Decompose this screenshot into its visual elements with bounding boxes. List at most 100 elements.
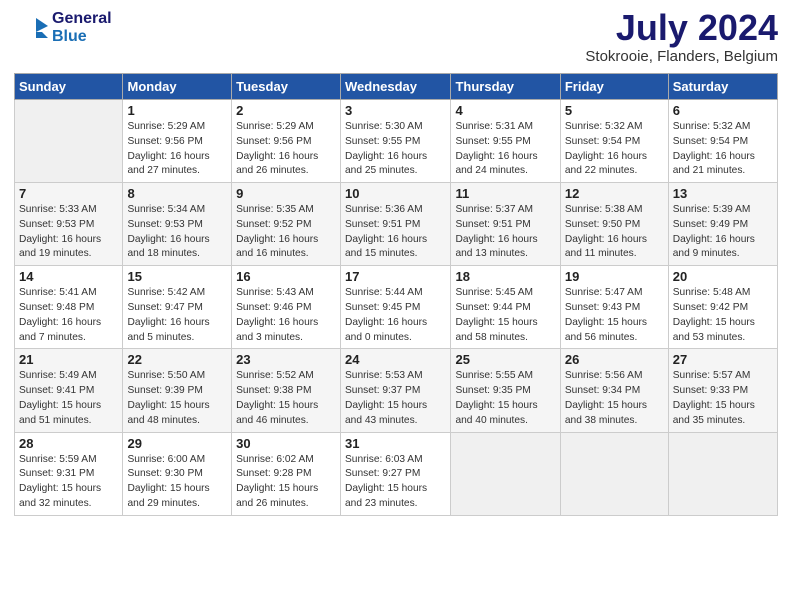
day-info: Sunrise: 5:32 AM Sunset: 9:54 PM Dayligh… [673,120,773,179]
day-info: Sunrise: 5:38 AM Sunset: 9:50 PM Dayligh… [565,203,664,262]
day-number: 2 [236,103,336,118]
day-info: Sunrise: 5:31 AM Sunset: 9:55 PM Dayligh… [455,120,555,179]
location: Stokrooie, Flanders, Belgium [585,48,778,65]
calendar-cell: 13 Sunrise: 5:39 AM Sunset: 9:49 PM Dayli… [668,183,777,266]
day-info: Sunrise: 5:37 AM Sunset: 9:51 PM Dayligh… [455,203,555,262]
title-area: July 2024 Stokrooie, Flanders, Belgium [585,10,778,65]
calendar-cell: 2Sunrise: 5:29 AM Sunset: 9:56 PM Daylig… [232,100,341,183]
weekday-header-saturday: Saturday [668,74,777,100]
week-row-2: 7 Sunrise: 5:33 AM Sunset: 9:53 PM Daylig… [15,183,778,266]
day-number: 22 [127,352,227,367]
day-number: 11 [455,186,555,201]
weekday-header-wednesday: Wednesday [341,74,451,100]
day-info: Sunrise: 5:33 AM Sunset: 9:53 PM Dayligh… [19,203,118,262]
day-info: Sunrise: 5:52 AM Sunset: 9:38 PM Dayligh… [236,369,336,428]
day-number: 14 [19,269,118,284]
calendar-cell [451,432,560,515]
day-number: 27 [673,352,773,367]
day-info: Sunrise: 5:47 AM Sunset: 9:43 PM Dayligh… [565,286,664,345]
day-number: 18 [455,269,555,284]
day-number: 25 [455,352,555,367]
day-number: 10 [345,186,446,201]
calendar-cell: 3 Sunrise: 5:30 AM Sunset: 9:55 PM Daylig… [341,100,451,183]
day-number: 8 [127,186,227,201]
day-number: 9 [236,186,336,201]
week-row-3: 14Sunrise: 5:41 AM Sunset: 9:48 PM Dayli… [15,266,778,349]
calendar-cell: 10 Sunrise: 5:36 AM Sunset: 9:51 PM Dayli… [341,183,451,266]
calendar-cell: 22 Sunrise: 5:50 AM Sunset: 9:39 PM Dayli… [123,349,232,432]
day-info: Sunrise: 5:57 AM Sunset: 9:33 PM Dayligh… [673,369,773,428]
calendar-cell: 31Sunrise: 6:03 AM Sunset: 9:27 PM Dayli… [341,432,451,515]
calendar-cell: 24Sunrise: 5:53 AM Sunset: 9:37 PM Dayli… [341,349,451,432]
calendar-container: GeneralBlue July 2024 Stokrooie, Flander… [0,0,792,612]
day-number: 16 [236,269,336,284]
day-info: Sunrise: 5:50 AM Sunset: 9:39 PM Dayligh… [127,369,227,428]
week-row-5: 28 Sunrise: 5:59 AM Sunset: 9:31 PM Dayli… [15,432,778,515]
calendar-cell: 8 Sunrise: 5:34 AM Sunset: 9:53 PM Daylig… [123,183,232,266]
calendar-cell: 28 Sunrise: 5:59 AM Sunset: 9:31 PM Dayli… [15,432,123,515]
day-number: 17 [345,269,446,284]
calendar-cell: 1 Sunrise: 5:29 AM Sunset: 9:56 PM Daylig… [123,100,232,183]
calendar-cell: 16 Sunrise: 5:43 AM Sunset: 9:46 PM Dayli… [232,266,341,349]
day-number: 4 [455,103,555,118]
calendar-cell: 7 Sunrise: 5:33 AM Sunset: 9:53 PM Daylig… [15,183,123,266]
week-row-4: 21 Sunrise: 5:49 AM Sunset: 9:41 PM Dayli… [15,349,778,432]
day-info: Sunrise: 5:53 AM Sunset: 9:37 PM Dayligh… [345,369,446,428]
day-number: 7 [19,186,118,201]
weekday-header-sunday: Sunday [15,74,123,100]
calendar-cell: 21 Sunrise: 5:49 AM Sunset: 9:41 PM Dayli… [15,349,123,432]
calendar-cell: 14Sunrise: 5:41 AM Sunset: 9:48 PM Dayli… [15,266,123,349]
day-number: 1 [127,103,227,118]
day-number: 30 [236,436,336,451]
day-info: Sunrise: 5:42 AM Sunset: 9:47 PM Dayligh… [127,286,227,345]
calendar-cell [560,432,668,515]
calendar-cell: 19Sunrise: 5:47 AM Sunset: 9:43 PM Dayli… [560,266,668,349]
header: GeneralBlue July 2024 Stokrooie, Flander… [14,10,778,65]
day-info: Sunrise: 5:39 AM Sunset: 9:49 PM Dayligh… [673,203,773,262]
calendar-cell: 17 Sunrise: 5:44 AM Sunset: 9:45 PM Dayli… [341,266,451,349]
day-number: 3 [345,103,446,118]
calendar-cell: 20 Sunrise: 5:48 AM Sunset: 9:42 PM Dayli… [668,266,777,349]
day-info: Sunrise: 5:59 AM Sunset: 9:31 PM Dayligh… [19,453,118,512]
day-number: 6 [673,103,773,118]
day-info: Sunrise: 5:36 AM Sunset: 9:51 PM Dayligh… [345,203,446,262]
day-number: 20 [673,269,773,284]
week-row-1: 1 Sunrise: 5:29 AM Sunset: 9:56 PM Daylig… [15,100,778,183]
day-info: Sunrise: 5:56 AM Sunset: 9:34 PM Dayligh… [565,369,664,428]
calendar-cell: 5Sunrise: 5:32 AM Sunset: 9:54 PM Daylig… [560,100,668,183]
day-info: Sunrise: 5:48 AM Sunset: 9:42 PM Dayligh… [673,286,773,345]
day-info: Sunrise: 5:45 AM Sunset: 9:44 PM Dayligh… [455,286,555,345]
day-info: Sunrise: 5:49 AM Sunset: 9:41 PM Dayligh… [19,369,118,428]
day-number: 21 [19,352,118,367]
day-info: Sunrise: 5:44 AM Sunset: 9:45 PM Dayligh… [345,286,446,345]
day-number: 31 [345,436,446,451]
calendar-cell: 29 Sunrise: 6:00 AM Sunset: 9:30 PM Dayli… [123,432,232,515]
day-info: Sunrise: 5:55 AM Sunset: 9:35 PM Dayligh… [455,369,555,428]
weekday-header-monday: Monday [123,74,232,100]
logo-wordmark: GeneralBlue [52,10,112,45]
calendar-cell [668,432,777,515]
day-number: 5 [565,103,664,118]
day-info: Sunrise: 6:00 AM Sunset: 9:30 PM Dayligh… [127,453,227,512]
day-info: Sunrise: 5:30 AM Sunset: 9:55 PM Dayligh… [345,120,446,179]
calendar-cell: 12Sunrise: 5:38 AM Sunset: 9:50 PM Dayli… [560,183,668,266]
calendar-cell [15,100,123,183]
calendar-cell: 18 Sunrise: 5:45 AM Sunset: 9:44 PM Dayli… [451,266,560,349]
calendar-cell: 26Sunrise: 5:56 AM Sunset: 9:34 PM Dayli… [560,349,668,432]
day-info: Sunrise: 5:43 AM Sunset: 9:46 PM Dayligh… [236,286,336,345]
calendar-cell: 6 Sunrise: 5:32 AM Sunset: 9:54 PM Daylig… [668,100,777,183]
day-number: 29 [127,436,227,451]
day-number: 15 [127,269,227,284]
day-number: 28 [19,436,118,451]
calendar-table: SundayMondayTuesdayWednesdayThursdayFrid… [14,73,778,516]
calendar-cell: 15 Sunrise: 5:42 AM Sunset: 9:47 PM Dayli… [123,266,232,349]
day-info: Sunrise: 6:02 AM Sunset: 9:28 PM Dayligh… [236,453,336,512]
day-info: Sunrise: 5:29 AM Sunset: 9:56 PM Dayligh… [127,120,227,179]
day-number: 23 [236,352,336,367]
day-info: Sunrise: 5:34 AM Sunset: 9:53 PM Dayligh… [127,203,227,262]
calendar-cell: 4 Sunrise: 5:31 AM Sunset: 9:55 PM Daylig… [451,100,560,183]
month-title: July 2024 [585,10,778,46]
day-number: 13 [673,186,773,201]
weekday-header-row: SundayMondayTuesdayWednesdayThursdayFrid… [15,74,778,100]
calendar-cell: 11 Sunrise: 5:37 AM Sunset: 9:51 PM Dayli… [451,183,560,266]
